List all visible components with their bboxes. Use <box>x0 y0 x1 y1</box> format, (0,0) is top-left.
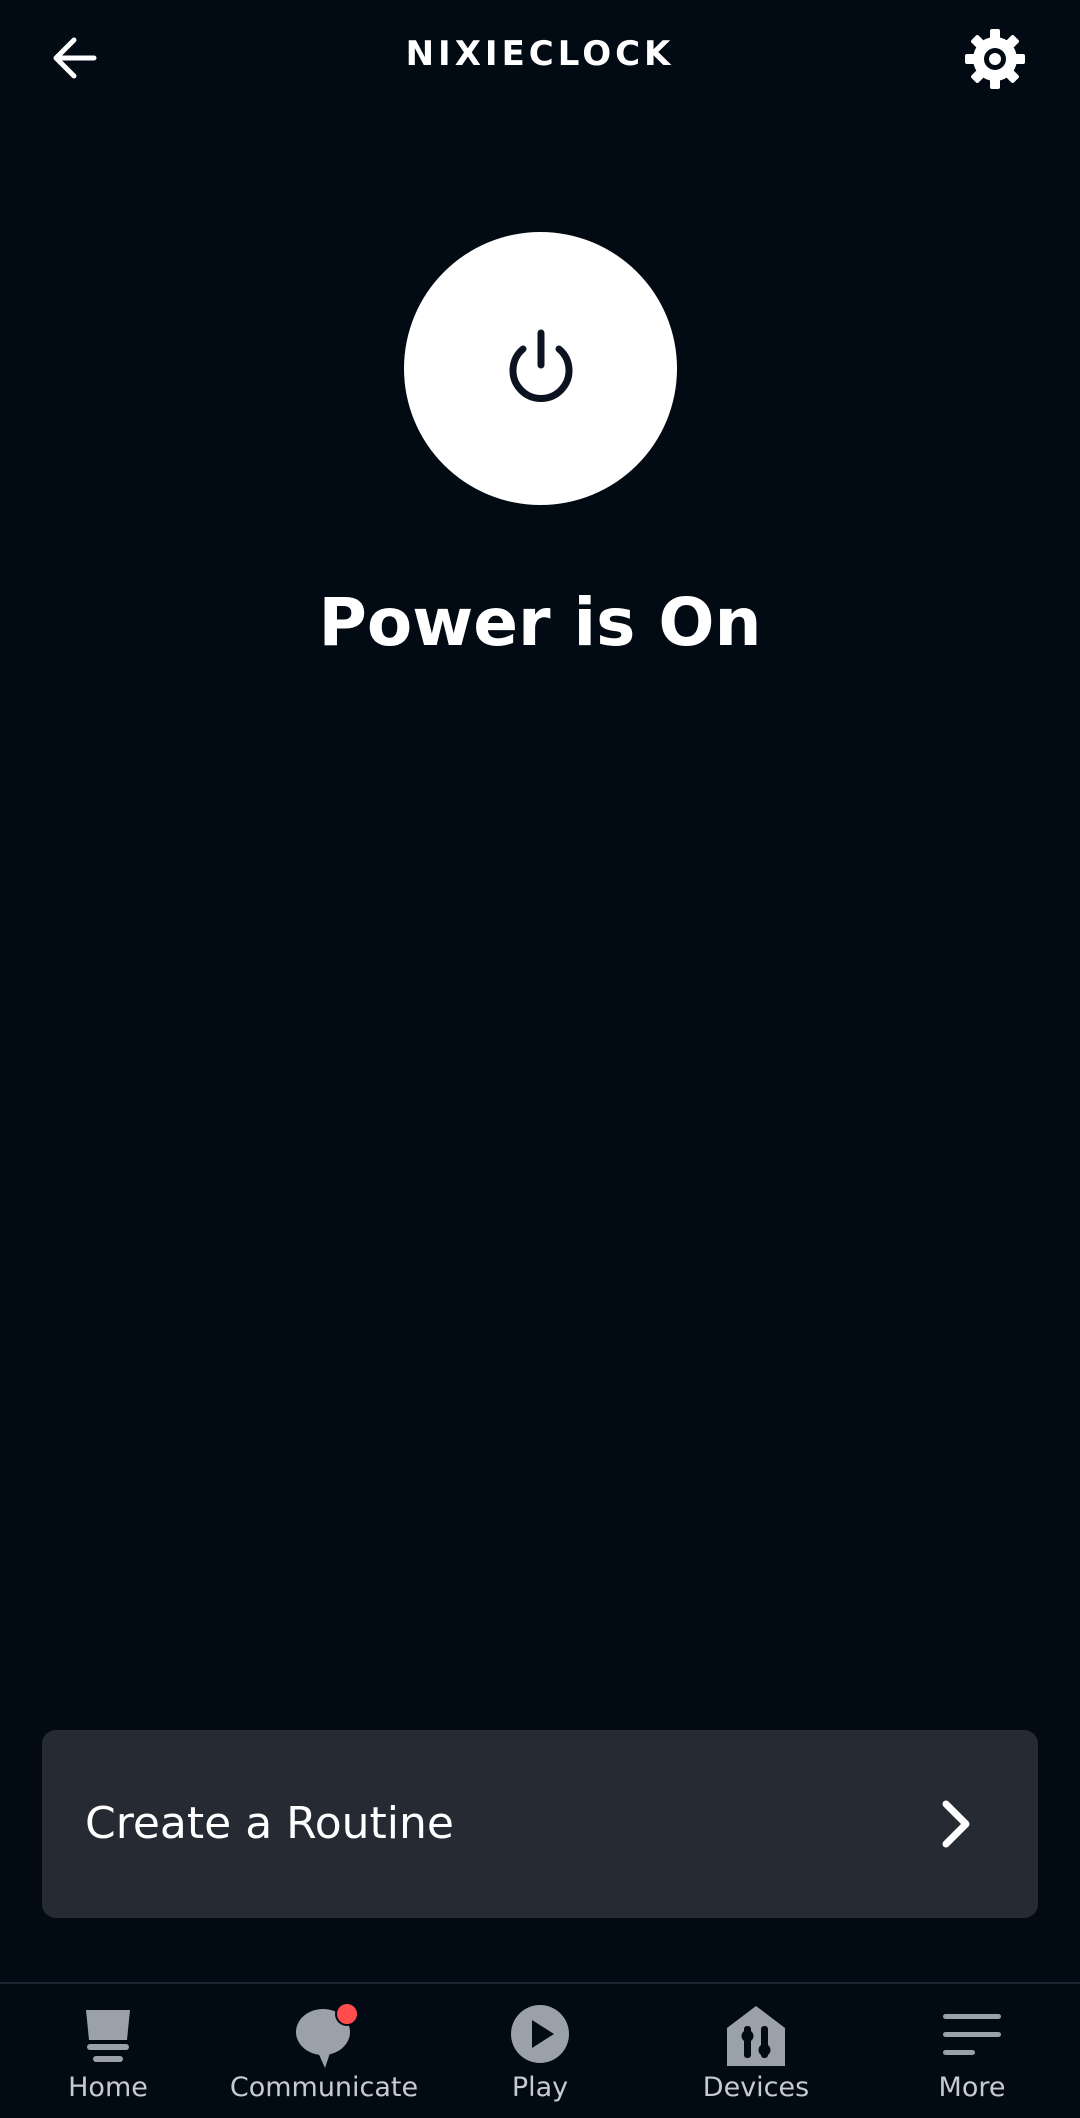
app-header: NIXIECLOCK <box>0 0 1080 116</box>
notification-badge <box>335 2002 359 2026</box>
menu-icon <box>943 2014 1001 2055</box>
power-toggle-button[interactable] <box>404 232 677 505</box>
tab-devices[interactable]: Devices <box>648 1984 864 2118</box>
device-screen: NIXIECLOCK Power is On Create a Routine … <box>0 0 1080 2118</box>
tab-home[interactable]: Home <box>0 1984 216 2118</box>
tab-communicate[interactable]: Communicate <box>216 1984 432 2118</box>
tab-play[interactable]: Play <box>432 1984 648 2118</box>
tab-play-label: Play <box>511 2072 569 2103</box>
chevron-right-icon <box>942 1800 970 1848</box>
chat-bubble-icon <box>289 2002 359 2072</box>
settings-button[interactable] <box>962 26 1028 92</box>
tab-home-label: Home <box>68 2072 148 2103</box>
page-title: NIXIECLOCK <box>405 34 675 74</box>
home-icon <box>86 2010 130 2062</box>
bottom-tab-bar: Home Communicate Play Devices More <box>0 1982 1080 2118</box>
tab-devices-label: Devices <box>702 2072 810 2103</box>
tab-more[interactable]: More <box>864 1984 1080 2118</box>
gear-icon <box>965 29 1025 89</box>
tab-communicate-label: Communicate <box>229 2072 419 2103</box>
power-icon <box>509 329 572 402</box>
power-status-text: Power is On <box>318 584 762 661</box>
create-routine-button[interactable]: Create a Routine <box>42 1730 1038 1918</box>
play-icon <box>511 2005 569 2063</box>
create-routine-label: Create a Routine <box>85 1798 454 1849</box>
devices-icon <box>727 2006 785 2066</box>
tab-more-label: More <box>938 2072 1006 2103</box>
